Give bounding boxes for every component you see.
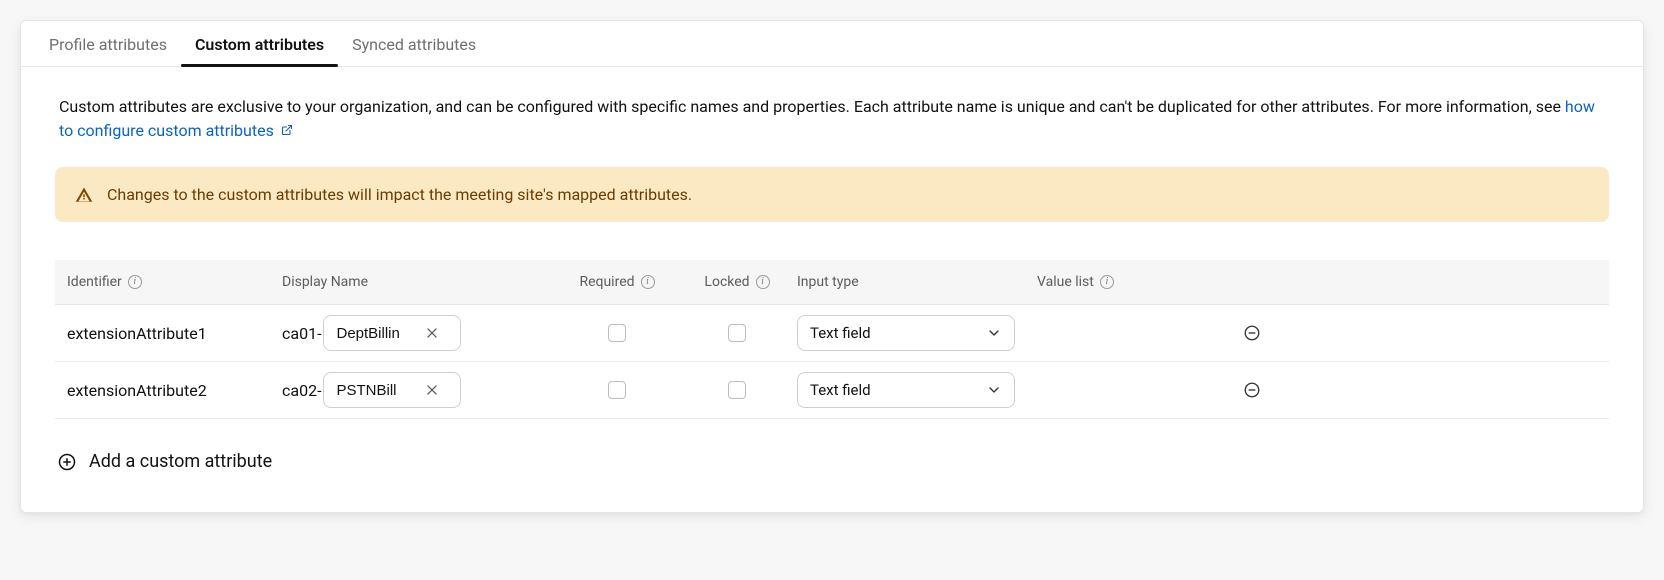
select-value: Text field — [810, 381, 871, 399]
select-value: Text field — [810, 324, 871, 342]
th-label: Value list — [1037, 274, 1094, 290]
warning-text: Changes to the custom attributes will im… — [107, 185, 692, 204]
th-label: Locked — [704, 274, 749, 290]
th-required: Required i — [557, 274, 677, 290]
remove-row-button[interactable] — [1242, 380, 1262, 400]
required-checkbox[interactable] — [608, 324, 626, 342]
plus-circle-icon — [57, 452, 77, 472]
warning-icon — [75, 186, 93, 204]
display-name-chip — [323, 372, 461, 408]
cell-input-type: Text field — [797, 315, 1037, 351]
tab-synced-attributes[interactable]: Synced attributes — [338, 21, 490, 66]
display-name-prefix: ca02- — [282, 381, 321, 400]
cell-identifier: extensionAttribute1 — [67, 324, 282, 343]
th-display-name: Display Name — [282, 274, 557, 290]
cell-display-name: ca02- — [282, 372, 557, 408]
tab-custom-attributes[interactable]: Custom attributes — [181, 21, 338, 66]
tabs-bar: Profile attributes Custom attributes Syn… — [21, 21, 1643, 67]
description-body: Custom attributes are exclusive to your … — [59, 97, 1565, 116]
cell-actions — [1222, 323, 1282, 343]
remove-row-button[interactable] — [1242, 323, 1262, 343]
info-icon[interactable]: i — [1100, 275, 1114, 289]
cell-identifier: extensionAttribute2 — [67, 381, 282, 400]
th-label: Required — [579, 274, 634, 290]
input-type-select[interactable]: Text field — [797, 372, 1015, 408]
required-checkbox[interactable] — [608, 381, 626, 399]
info-icon[interactable]: i — [128, 275, 142, 289]
clear-display-name-button[interactable] — [422, 323, 442, 343]
add-custom-attribute-button[interactable]: Add a custom attribute — [55, 451, 1609, 472]
add-label: Add a custom attribute — [89, 451, 272, 472]
cell-required — [557, 381, 677, 399]
cell-actions — [1222, 380, 1282, 400]
tab-profile-attributes[interactable]: Profile attributes — [35, 21, 181, 66]
custom-attributes-panel: Profile attributes Custom attributes Syn… — [20, 20, 1644, 513]
content-card: Custom attributes are exclusive to your … — [51, 87, 1613, 482]
cell-locked — [677, 324, 797, 342]
th-label: Identifier — [67, 274, 122, 290]
table-header-row: Identifier i Display Name Required i Loc… — [55, 260, 1609, 305]
th-input-type: Input type — [797, 274, 1037, 290]
chevron-down-icon — [986, 325, 1002, 341]
display-name-prefix: ca01- — [282, 324, 321, 343]
th-label: Display Name — [282, 274, 368, 290]
clear-display-name-button[interactable] — [422, 380, 442, 400]
th-value-list: Value list i — [1037, 274, 1222, 290]
input-type-select[interactable]: Text field — [797, 315, 1015, 351]
display-name-input[interactable] — [336, 325, 414, 342]
external-link-icon — [278, 125, 293, 139]
th-label: Input type — [797, 274, 859, 290]
locked-checkbox[interactable] — [728, 381, 746, 399]
cell-locked — [677, 381, 797, 399]
display-name-chip — [323, 315, 461, 351]
locked-checkbox[interactable] — [728, 324, 746, 342]
table-row: extensionAttribute1 ca01- — [55, 305, 1609, 362]
attributes-table: Identifier i Display Name Required i Loc… — [55, 260, 1609, 419]
cell-input-type: Text field — [797, 372, 1037, 408]
th-identifier: Identifier i — [67, 274, 282, 290]
info-icon[interactable]: i — [756, 275, 770, 289]
display-name-input[interactable] — [336, 382, 414, 399]
cell-display-name: ca01- — [282, 315, 557, 351]
warning-banner: Changes to the custom attributes will im… — [55, 167, 1609, 222]
table-row: extensionAttribute2 ca02- — [55, 362, 1609, 419]
cell-required — [557, 324, 677, 342]
info-icon[interactable]: i — [641, 275, 655, 289]
chevron-down-icon — [986, 382, 1002, 398]
description-text: Custom attributes are exclusive to your … — [59, 95, 1605, 143]
th-locked: Locked i — [677, 274, 797, 290]
